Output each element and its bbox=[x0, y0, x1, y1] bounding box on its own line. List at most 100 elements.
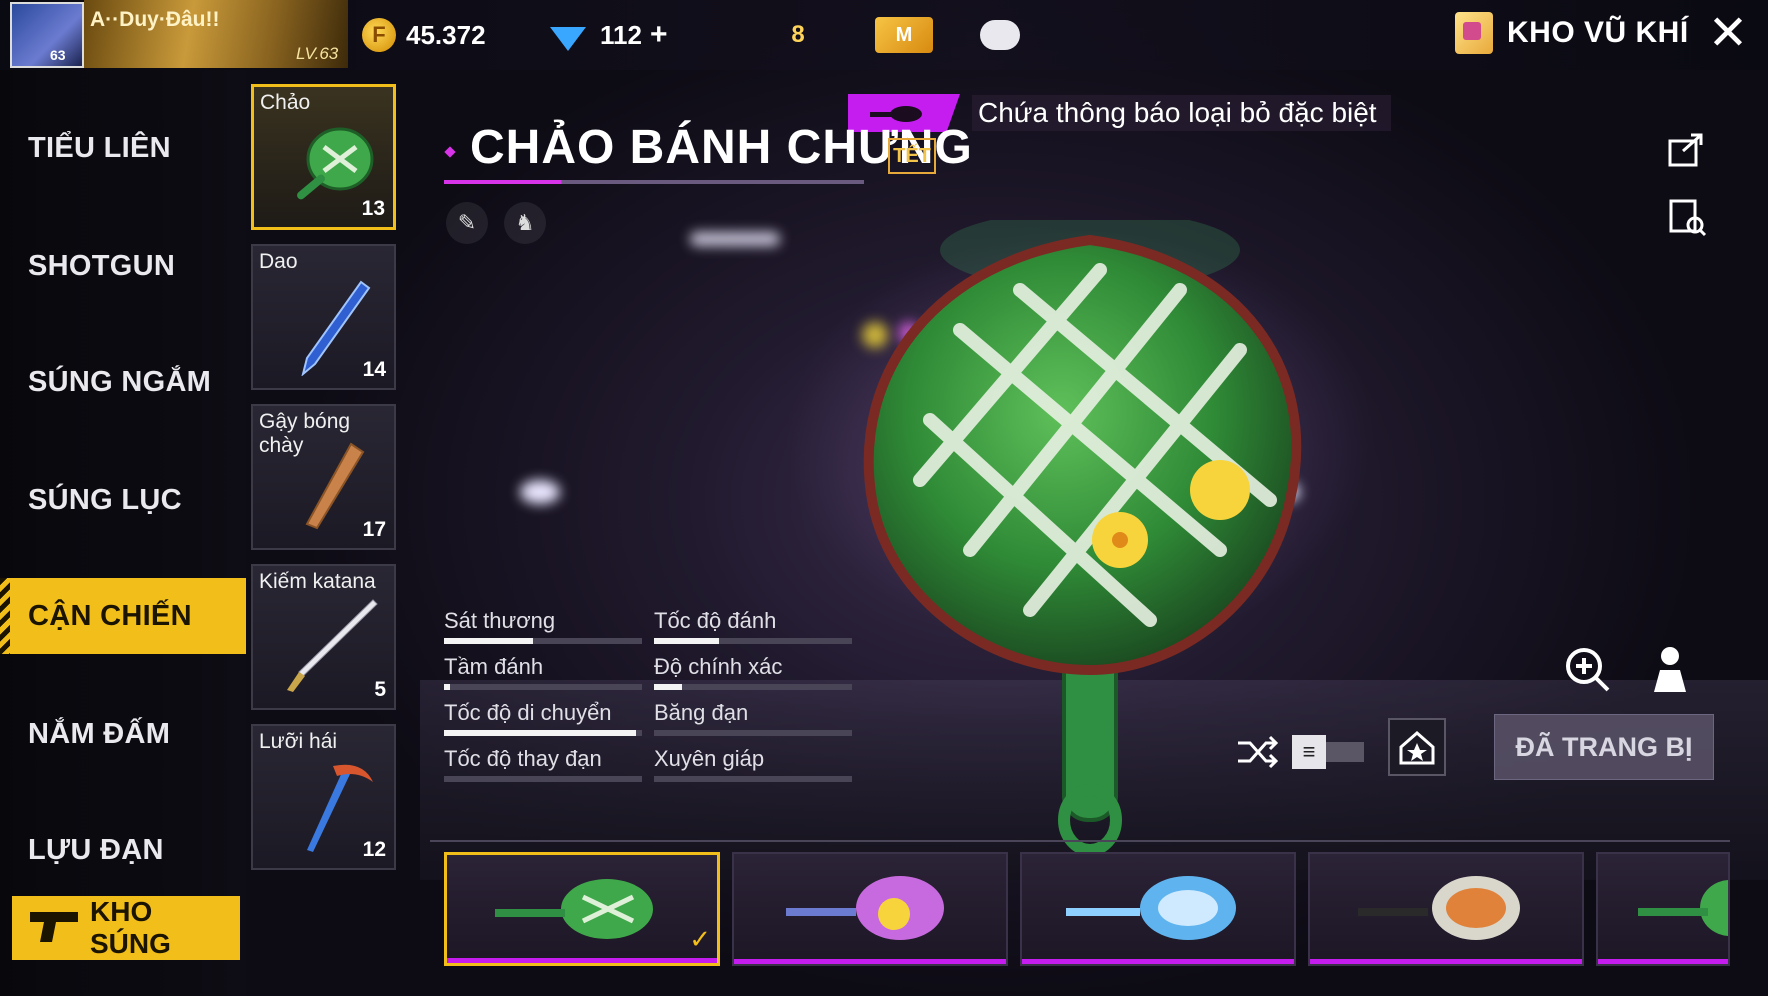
stat-label: Sát thương bbox=[444, 608, 556, 633]
skin-banh-chung[interactable]: ✓ bbox=[444, 852, 720, 966]
weapon-card-luoi-hai[interactable]: Lưỡi hái 12 bbox=[251, 724, 396, 870]
player-name: A··Duy·Đâu!! bbox=[90, 8, 220, 31]
weapon-card-kiem-katana[interactable]: Kiếm katana 5 bbox=[251, 564, 396, 710]
details-search-glyph bbox=[1669, 199, 1707, 237]
stat-sat-thuong: Sát thương bbox=[444, 608, 642, 644]
gun-storage-tab[interactable]: KHO SÚNG bbox=[12, 896, 240, 960]
weapon-card-count: 14 bbox=[362, 358, 386, 381]
list-toggle[interactable]: ≡ bbox=[1292, 734, 1364, 770]
stat-track bbox=[654, 638, 852, 644]
stat-label: Băng đạn bbox=[654, 700, 749, 725]
weapon-card-count: 17 bbox=[362, 518, 386, 541]
weapon-card-count: 12 bbox=[362, 838, 386, 861]
stat-fill bbox=[654, 684, 682, 690]
category-luu-dan[interactable]: LỰU ĐẠN bbox=[0, 812, 246, 888]
character-glyph bbox=[1654, 647, 1686, 692]
diamond-value: 112 bbox=[600, 19, 642, 50]
category-nam-dam[interactable]: NẮM ĐẤM bbox=[0, 696, 246, 772]
skin-strip: ✓ bbox=[430, 840, 1730, 996]
selected-check-icon: ✓ bbox=[689, 924, 711, 954]
attribute-tag-icon[interactable]: ✎ bbox=[446, 202, 488, 244]
stat-fill bbox=[654, 638, 720, 644]
weapon-card-label: Chảo bbox=[260, 91, 311, 114]
stat-toc-do-danh: Tốc độ đánh bbox=[654, 608, 852, 644]
stat-track bbox=[444, 730, 642, 736]
soldier-attribute-icon[interactable]: ♞ bbox=[504, 202, 546, 244]
stat-bang-dan: Băng đạn bbox=[654, 700, 852, 736]
weapon-card-gay-bong-chay[interactable]: Gậy bóng chày 17 bbox=[251, 404, 396, 550]
stat-label: Tốc độ thay đạn bbox=[444, 746, 602, 771]
skin-ice[interactable] bbox=[1020, 852, 1296, 966]
skin-partial[interactable] bbox=[1596, 852, 1730, 966]
add-diamond-button[interactable]: + bbox=[650, 18, 668, 52]
category-can-chien[interactable]: CẬN CHIẾN bbox=[0, 578, 246, 654]
weapon-card-chao[interactable]: Chảo 13 bbox=[251, 84, 396, 230]
category-label: SÚNG LỤC bbox=[28, 483, 182, 516]
equipped-button[interactable]: ĐÃ TRANG BỊ bbox=[1494, 714, 1714, 780]
weapon-card-dao[interactable]: Dao 14 bbox=[251, 244, 396, 390]
stat-label: Tầm đánh bbox=[444, 654, 544, 679]
category-label: LỰU ĐẠN bbox=[28, 833, 164, 866]
avatar-level: 63 bbox=[50, 47, 66, 63]
shuffle-icon[interactable] bbox=[1234, 732, 1282, 772]
category-label: TIỂU LIÊN bbox=[28, 131, 171, 164]
toggle-track bbox=[1326, 742, 1364, 762]
stat-fill bbox=[444, 730, 637, 736]
skin-rarity-bar bbox=[447, 958, 717, 963]
gold-coin-icon: F bbox=[362, 18, 396, 52]
partial-pan-icon bbox=[1638, 880, 1728, 936]
notice-text: Chứa thông báo loại bỏ đặc biệt bbox=[972, 95, 1391, 131]
category-label: NẮM ĐẤM bbox=[28, 717, 171, 750]
stat-fill bbox=[444, 684, 450, 690]
ice-pan-icon bbox=[1066, 876, 1236, 940]
stat-xuyen-giap: Xuyên giáp bbox=[654, 746, 852, 782]
diamond-counter[interactable]: 112 + bbox=[550, 18, 667, 52]
share-glyph bbox=[1668, 133, 1703, 167]
details-search-icon[interactable] bbox=[1664, 194, 1710, 240]
skin-rarity-bar bbox=[734, 959, 1006, 964]
page-title: KHO VŨ KHÍ bbox=[1455, 12, 1689, 54]
character-view-icon[interactable] bbox=[1642, 642, 1698, 698]
gun-storage-label: KHO SÚNG bbox=[90, 896, 171, 959]
membership-icon[interactable]: M bbox=[872, 8, 936, 62]
skin-cartoon[interactable] bbox=[732, 852, 1008, 966]
category-label: SHOTGUN bbox=[28, 249, 176, 282]
category-shotgun[interactable]: SHOTGUN bbox=[0, 228, 246, 304]
stat-do-chinh-xac: Độ chính xác bbox=[654, 654, 852, 690]
stat-label: Tốc độ di chuyển bbox=[444, 700, 612, 725]
weapon-flower-center bbox=[1112, 532, 1128, 548]
category-sung-ngam[interactable]: SÚNG NGẮM bbox=[0, 344, 246, 420]
scene-light-left bbox=[520, 480, 560, 504]
skin-food[interactable] bbox=[1308, 852, 1584, 966]
zoom-in-icon[interactable] bbox=[1560, 642, 1616, 698]
pistol-icon bbox=[30, 912, 78, 942]
title-underline bbox=[444, 180, 864, 184]
katana-icon bbox=[287, 599, 378, 692]
stat-track bbox=[654, 684, 852, 690]
weapon-flower-2 bbox=[1190, 460, 1250, 520]
stat-toc-do-di-chuyen: Tốc độ di chuyển bbox=[444, 700, 642, 736]
stat-track bbox=[654, 730, 852, 736]
category-tieu-lien[interactable]: TIỂU LIÊN bbox=[0, 110, 246, 186]
skin-rarity-bar bbox=[1022, 959, 1294, 964]
food-pan-icon bbox=[1358, 876, 1520, 940]
gold-coin-counter[interactable]: F 45.372 bbox=[362, 18, 486, 52]
close-button[interactable]: ✕ bbox=[1700, 8, 1756, 64]
stat-label: Xuyên giáp bbox=[654, 746, 765, 771]
player-avatar[interactable] bbox=[10, 2, 84, 68]
diamond-icon bbox=[550, 27, 586, 51]
rank-badge-icon[interactable]: 8 bbox=[766, 8, 830, 62]
weapon-card-label: Dao bbox=[259, 250, 298, 273]
cloud-gift-icon[interactable] bbox=[968, 8, 1032, 62]
home-star-glyph bbox=[1399, 731, 1435, 765]
stat-track bbox=[444, 684, 642, 690]
home-star-icon[interactable] bbox=[1388, 718, 1446, 776]
stat-label: Độ chính xác bbox=[654, 654, 783, 679]
category-sung-luc[interactable]: SÚNG LỤC bbox=[0, 462, 246, 538]
share-icon[interactable] bbox=[1664, 126, 1710, 172]
weapon-card-count: 5 bbox=[374, 678, 386, 701]
weapon-card-label: Kiếm katana bbox=[259, 570, 376, 593]
stat-toc-do-thay-dan: Tốc độ thay đạn bbox=[444, 746, 642, 782]
stat-tam-danh: Tầm đánh bbox=[444, 654, 642, 690]
weapon-book-icon bbox=[1455, 12, 1493, 54]
